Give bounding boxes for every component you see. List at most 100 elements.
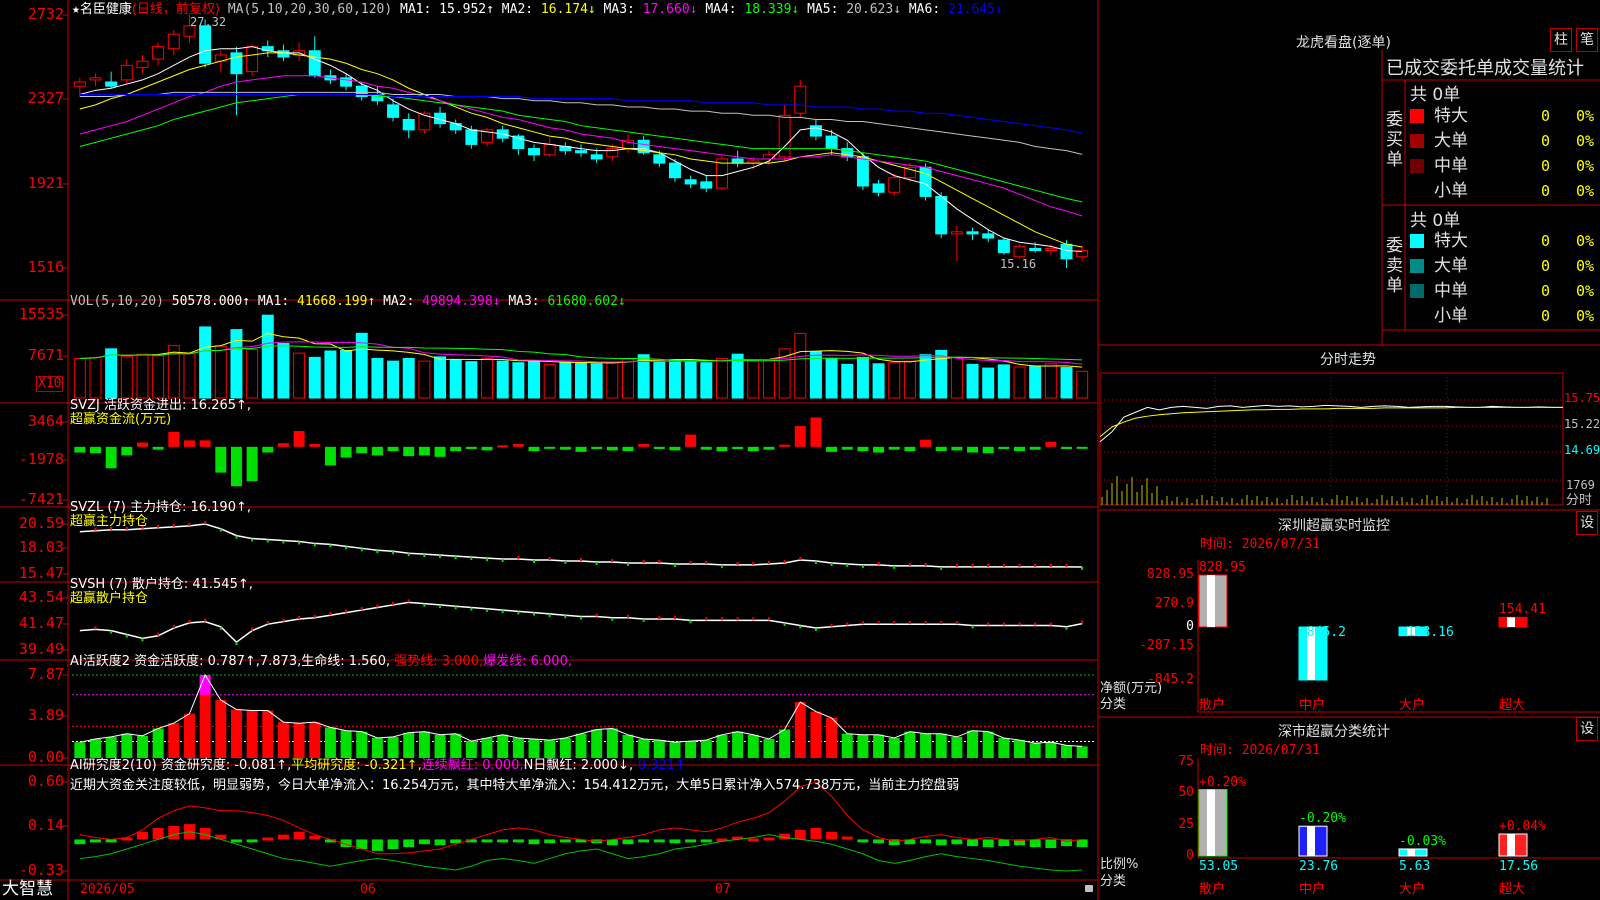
volume-bar [747, 360, 760, 399]
activity-bar [340, 730, 352, 758]
candle-body [997, 239, 1010, 254]
svzl-axis-label-2: 15.47 [18, 564, 64, 582]
svsh-axis-label-2: 39.49 [18, 640, 64, 658]
ma-legend-label-2: MA3: [595, 2, 635, 17]
sz-monitor-ylabel: 净额(万元) [1100, 681, 1163, 696]
tick-view-button[interactable]: 笔 [1576, 28, 1598, 52]
sell-row-count-3: 0 [1541, 307, 1551, 325]
activity-bar [1045, 742, 1057, 758]
activity-bar [700, 740, 712, 758]
activity-bar [951, 736, 963, 758]
sell-total: 共 0单 [1410, 211, 1461, 231]
volume-bar [1060, 367, 1073, 399]
fund-flow-bar [685, 434, 697, 447]
candle-body [684, 179, 697, 185]
volume-bar [73, 357, 86, 399]
ma-legend-label-0: MA1: [400, 2, 432, 17]
fund-flow-bar [998, 446, 1010, 449]
research-bar [826, 831, 838, 840]
activity-bar [622, 734, 634, 758]
volume-ma-10 [79, 341, 1083, 365]
fund-flow-bar [309, 443, 321, 447]
activity-bar [371, 737, 383, 758]
activity-bar [434, 734, 446, 758]
volume-bar [590, 363, 603, 399]
candle-body [199, 25, 212, 64]
volume-bar [434, 356, 447, 399]
research-bar [747, 838, 759, 842]
volume-ma-5 [79, 332, 1083, 368]
monitor-category-2: 大户 [1399, 698, 1426, 713]
monitor-axis-label-2: 0 [1186, 619, 1194, 634]
research-bar [387, 839, 399, 849]
monitor-axis-label-0: 828.95 [1147, 567, 1194, 582]
fund-flow-bar [857, 446, 869, 452]
volume-bar [371, 357, 384, 399]
ai-active-axis-label-0: 7.87 [27, 665, 64, 683]
volume-bar [903, 360, 916, 399]
monitor-axis-label-3: -287.15 [1139, 638, 1194, 653]
candle-body [73, 81, 86, 87]
candle-body [668, 162, 681, 179]
activity-bar [1029, 743, 1041, 758]
activity-bar [747, 734, 759, 758]
sz-class-settings-button[interactable]: 设 [1576, 717, 1598, 741]
intraday-axis-1: 15.22 [1564, 417, 1600, 431]
buy-row-swatch-2 [1410, 159, 1424, 173]
star-icon[interactable]: ★ [72, 2, 80, 17]
activity-bar [136, 735, 148, 758]
intraday-title: 分时走势 [1320, 352, 1376, 368]
activity-bar [544, 740, 556, 758]
activity-bar [356, 731, 368, 758]
activity-bar [763, 739, 775, 758]
monitor-value-label-3: 154.41 [1499, 602, 1546, 618]
strong-line: 强势线: 3.000, [394, 654, 484, 669]
volume-bar [120, 355, 133, 399]
ai-active-title: AI活跃度2 资金活跃度: 0.787↑,7.873, [70, 654, 302, 669]
class-value-label-1: 23.76 [1299, 859, 1339, 874]
research-bar [544, 839, 556, 844]
sz-monitor-xlabel: 分类 [1100, 697, 1127, 712]
streak-red: 连续飘红: 0.000, [421, 758, 524, 773]
stock-name[interactable]: 名臣健康 [80, 2, 132, 17]
fund-flow-bar [559, 446, 571, 450]
fund-flow-bar [105, 446, 117, 469]
candle-body [105, 81, 118, 87]
research-bar [1029, 839, 1041, 848]
volume-bar [762, 360, 775, 399]
volume-bar [966, 363, 979, 399]
fund-flow-bar [1014, 446, 1026, 452]
vol-legend: MA1: 41668.199↑ MA2: 49894.398↓ MA3: 616… [250, 294, 626, 309]
research-bar [998, 839, 1010, 847]
volume-bar [919, 354, 932, 399]
lock-icon[interactable] [1085, 885, 1093, 892]
candle-body [825, 135, 838, 150]
volume-bar [481, 357, 494, 399]
research-bar [293, 831, 305, 840]
class-axis-label-3: 0 [1186, 848, 1194, 863]
fund-flow-bar [622, 446, 634, 452]
volume-bar [89, 356, 102, 399]
ai-active-axis-label-2: 0.00 [27, 748, 64, 766]
class-pct-change-3: +0.04% [1499, 818, 1546, 834]
candle-body [528, 148, 540, 156]
sz-monitor-settings-button[interactable]: 设 [1576, 511, 1598, 535]
activity-bar [183, 713, 195, 758]
bar-view-button[interactable]: 柱 [1550, 28, 1572, 52]
candle-body [543, 143, 556, 156]
fund-flow-bar [967, 446, 979, 453]
research-bar [136, 831, 148, 840]
volume-bar [982, 367, 995, 399]
activity-bar [716, 734, 728, 758]
candle-body [794, 85, 807, 114]
sz-class-ylabel: 比例% [1100, 857, 1139, 872]
candle-body [308, 50, 321, 77]
buy-row-name-1: 大单 [1434, 131, 1468, 151]
ma-legend-value-4: 20.623↓ [838, 2, 902, 17]
volume-bar [543, 363, 556, 399]
research-bar [1076, 839, 1088, 848]
research-bar [794, 829, 806, 840]
research-bar [230, 839, 242, 843]
buy-row-name-3: 小单 [1434, 181, 1468, 201]
activity-bar [215, 699, 227, 758]
